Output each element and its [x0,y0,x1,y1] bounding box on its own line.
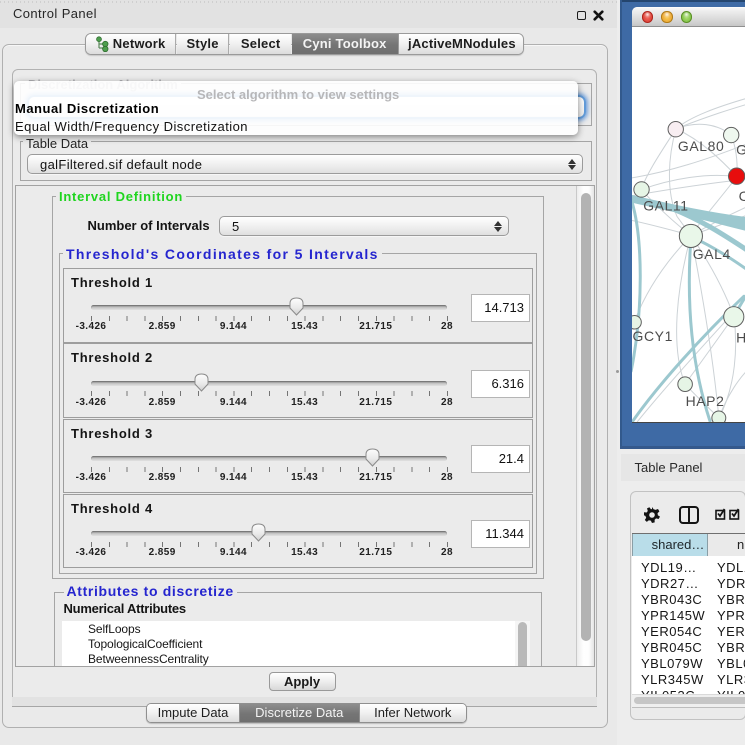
svg-text:HAP2: HAP2 [685,393,724,409]
svg-text:GCY1: GCY1 [632,328,672,344]
svg-text:GAL11: GAL11 [643,198,688,214]
svg-text:GA: GA [736,142,745,158]
svg-text:GAL80: GAL80 [677,138,723,154]
svg-text:H: H [736,329,745,345]
svg-text:C: C [738,188,745,204]
svg-text:GAL4: GAL4 [692,246,730,262]
